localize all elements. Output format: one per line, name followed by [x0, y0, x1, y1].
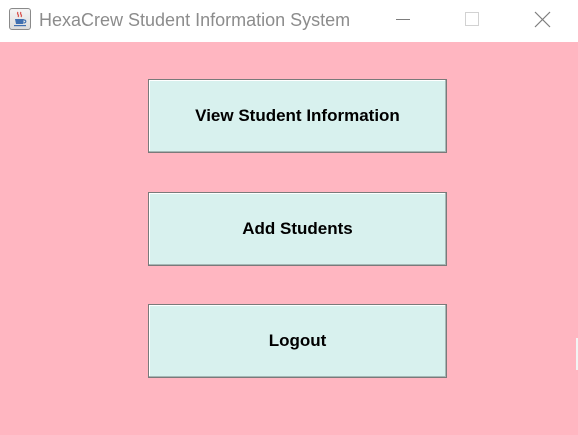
close-button[interactable] [519, 0, 565, 40]
minimize-icon [396, 19, 410, 20]
main-panel: View Student Information Add Students Lo… [0, 42, 578, 435]
title-bar[interactable]: HexaCrew Student Information System [0, 0, 578, 42]
maximize-button[interactable] [449, 0, 495, 40]
view-student-information-button[interactable]: View Student Information [148, 79, 447, 153]
java-cup-icon[interactable] [9, 8, 31, 30]
add-students-button[interactable]: Add Students [148, 192, 447, 266]
maximize-icon [465, 12, 479, 26]
logout-button[interactable]: Logout [148, 304, 447, 378]
minimize-button[interactable] [380, 0, 426, 40]
close-icon [534, 11, 551, 28]
window-title: HexaCrew Student Information System [39, 10, 351, 30]
app-window: HexaCrew Student Information System View… [0, 0, 578, 435]
